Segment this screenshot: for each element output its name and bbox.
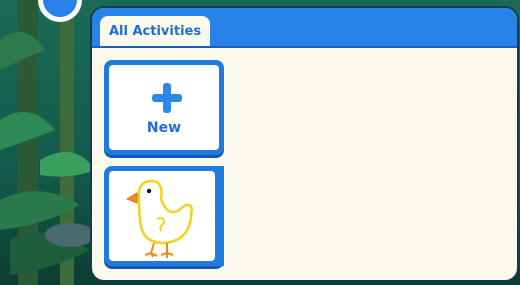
- plus-icon: [152, 83, 182, 113]
- new-card-face: New: [109, 65, 219, 150]
- project-card[interactable]: [104, 166, 224, 266]
- tab-all-activities[interactable]: All Activities: [100, 16, 211, 46]
- new-project-button[interactable]: New: [104, 60, 224, 155]
- chick-drawing-icon: [125, 179, 193, 258]
- activities-panel: All Activities New: [92, 8, 517, 280]
- new-label: New: [146, 120, 182, 136]
- tab-label: All Activities: [109, 23, 202, 39]
- project-thumbnail: [109, 171, 215, 261]
- panel-header: All Activities: [92, 8, 517, 48]
- card-edge: [218, 166, 224, 266]
